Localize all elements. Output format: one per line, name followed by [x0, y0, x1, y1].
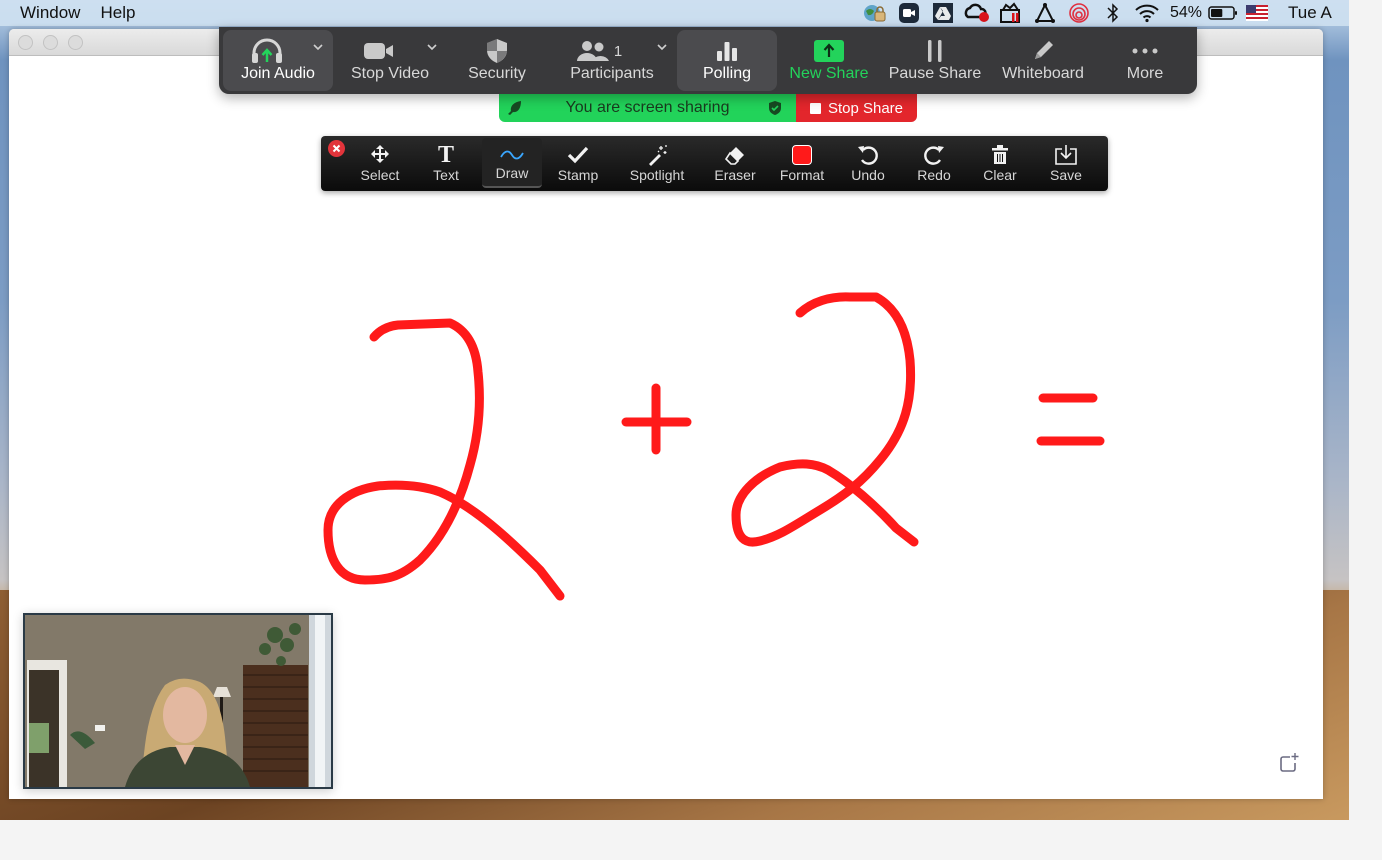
self-video-thumbnail[interactable]: [23, 613, 333, 789]
menu-window[interactable]: Window: [0, 3, 90, 23]
polling-label: Polling: [702, 65, 752, 82]
bar-chart-icon: [677, 38, 777, 64]
text-t-icon: T: [437, 141, 454, 168]
magic-wand-icon: [622, 144, 692, 166]
toolbox-icon[interactable]: [994, 0, 1028, 26]
squiggle-icon: [482, 144, 542, 166]
tool-undo-label: Undo: [851, 167, 885, 183]
tool-redo[interactable]: Redo: [904, 138, 964, 188]
bluetooth-icon[interactable]: [1096, 0, 1130, 26]
shield-check-icon: [768, 100, 782, 121]
tool-format-label: Format: [779, 167, 825, 183]
audio-options-caret[interactable]: [311, 40, 325, 54]
status-area: 54% Tue A: [858, 0, 1332, 26]
close-annotation-button[interactable]: [328, 140, 345, 157]
redo-icon: [904, 144, 964, 166]
minimize-window-button[interactable]: [43, 35, 58, 50]
stop-video-label: Stop Video: [351, 65, 429, 82]
tool-clear[interactable]: Clear: [970, 138, 1030, 188]
sharing-message: You are screen sharing: [565, 99, 730, 116]
stop-square-icon: [809, 102, 821, 114]
checkmark-icon: [548, 144, 608, 166]
tool-redo-label: Redo: [917, 167, 951, 183]
pause-share-label: Pause Share: [888, 65, 982, 82]
whiteboard-label: Whiteboard: [1002, 65, 1084, 82]
tool-eraser-label: Eraser: [714, 167, 756, 183]
polling-button[interactable]: Polling: [677, 30, 777, 91]
tool-save-label: Save: [1050, 167, 1082, 183]
pencil-icon: [989, 38, 1097, 64]
close-icon: [332, 144, 341, 153]
google-drive-icon[interactable]: [926, 0, 960, 26]
tool-select[interactable]: Select: [350, 138, 410, 188]
screen-sharing-banner: You are screen sharing Stop Share: [499, 94, 917, 122]
video-options-caret[interactable]: [425, 40, 439, 54]
tool-select-label: Select: [360, 167, 400, 183]
pause-icon: [881, 38, 989, 64]
drag-leaf-icon: [507, 100, 523, 121]
annotation-toolbar: Select T Text Draw Stamp Spotlight Erase…: [321, 136, 1108, 191]
tool-spotlight-label: Spotlight: [629, 167, 685, 183]
tool-format[interactable]: Format: [772, 138, 832, 188]
vpn-lock-icon[interactable]: [858, 0, 892, 26]
menu-clock[interactable]: Tue A: [1274, 0, 1332, 26]
tool-save[interactable]: Save: [1036, 138, 1096, 188]
participants-button[interactable]: 1 Participants: [547, 30, 677, 91]
color-swatch-icon: [772, 144, 832, 166]
join-audio-label: Join Audio: [241, 65, 315, 82]
tool-text[interactable]: T Text: [416, 138, 476, 188]
trash-icon: [970, 144, 1030, 166]
new-page-icon: [1280, 753, 1299, 772]
stop-share-button[interactable]: Stop Share: [796, 94, 917, 122]
creative-cloud-recording-icon[interactable]: [960, 0, 994, 26]
tool-draw[interactable]: Draw: [482, 138, 542, 188]
zoom-window-button[interactable]: [68, 35, 83, 50]
tool-draw-label: Draw: [495, 165, 529, 181]
rings-app-icon[interactable]: [1062, 0, 1096, 26]
more-button[interactable]: More: [1097, 30, 1193, 91]
sharing-status[interactable]: You are screen sharing: [499, 94, 796, 122]
stop-share-label: Stop Share: [827, 99, 904, 117]
us-flag-icon[interactable]: [1240, 0, 1274, 26]
tool-stamp[interactable]: Stamp: [548, 138, 608, 188]
save-download-icon: [1036, 144, 1096, 166]
undo-icon: [838, 144, 898, 166]
move-arrows-icon: [350, 144, 410, 166]
shield-icon: [447, 38, 547, 64]
battery-icon[interactable]: [1206, 0, 1240, 26]
wifi-icon[interactable]: [1130, 0, 1164, 26]
tool-spotlight[interactable]: Spotlight: [622, 138, 692, 188]
tool-undo[interactable]: Undo: [838, 138, 898, 188]
menu-help[interactable]: Help: [90, 3, 145, 23]
more-label: More: [1126, 65, 1164, 82]
security-button[interactable]: Security: [447, 30, 547, 91]
more-dots-icon: [1097, 38, 1193, 64]
new-share-button[interactable]: New Share: [777, 30, 881, 91]
pause-share-button[interactable]: Pause Share: [881, 30, 989, 91]
meeting-toolbar: Join Audio Stop Video Security 1 Partici…: [219, 27, 1197, 94]
new-share-label: New Share: [789, 65, 869, 82]
whiteboard-button[interactable]: Whiteboard: [989, 30, 1097, 91]
participants-options-caret[interactable]: [655, 40, 669, 54]
tool-eraser[interactable]: Eraser: [705, 138, 765, 188]
battery-percent[interactable]: 54%: [1164, 0, 1206, 26]
new-whiteboard-page-button[interactable]: [1278, 752, 1300, 774]
share-up-arrow-icon: [777, 38, 881, 64]
eraser-icon: [705, 144, 765, 166]
close-window-button[interactable]: [18, 35, 33, 50]
triangle-app-icon[interactable]: [1028, 0, 1062, 26]
video-feed: [25, 615, 331, 787]
tool-text-label: Text: [433, 167, 459, 183]
join-audio-button[interactable]: Join Audio: [223, 30, 333, 91]
page-margin: [0, 820, 1382, 860]
participants-label: Participants: [570, 65, 654, 82]
tool-stamp-label: Stamp: [557, 167, 599, 183]
tool-clear-label: Clear: [983, 167, 1017, 183]
security-label: Security: [468, 65, 526, 82]
participant-count: 1: [613, 42, 623, 60]
zoom-app-icon[interactable]: [892, 0, 926, 26]
stop-video-button[interactable]: Stop Video: [333, 30, 447, 91]
